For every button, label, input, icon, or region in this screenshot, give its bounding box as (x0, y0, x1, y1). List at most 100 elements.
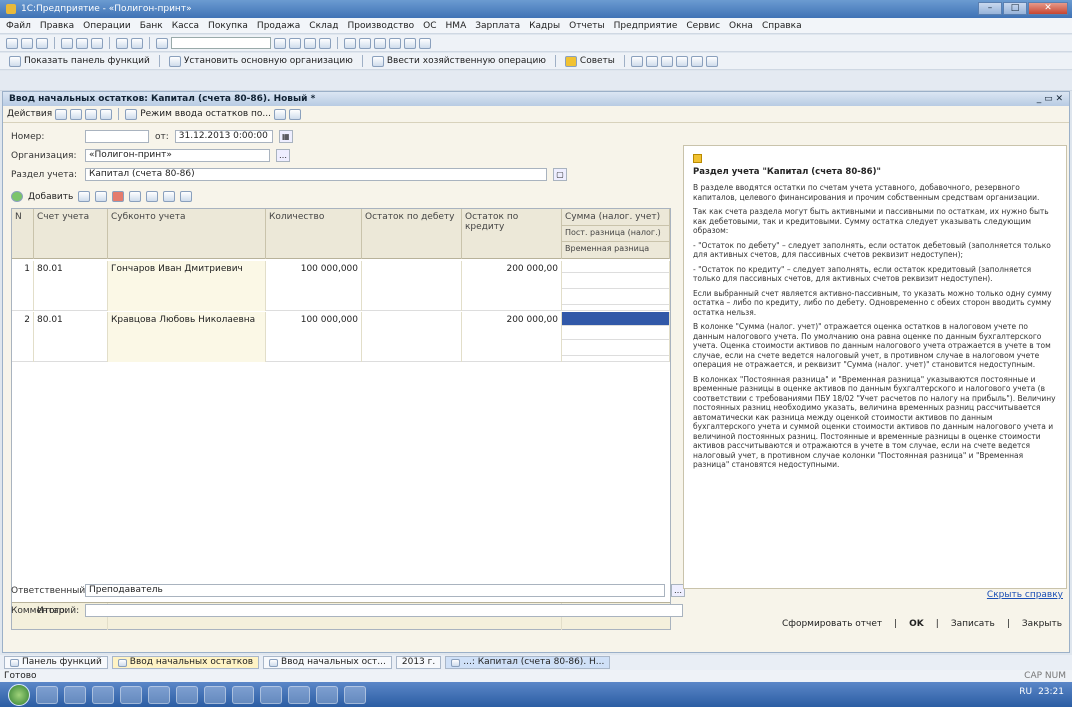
close-form-button[interactable]: Закрыть (1019, 618, 1065, 630)
section-select-button[interactable]: ▢ (553, 168, 567, 181)
col-tax-permanent[interactable]: Пост. разница (налог.) (562, 225, 669, 239)
move-up-icon[interactable] (129, 191, 142, 202)
taskbar-app-icon[interactable] (120, 685, 142, 704)
start-button-icon[interactable] (8, 683, 30, 706)
col-n[interactable]: N (12, 209, 34, 259)
menu-salary[interactable]: Зарплата (475, 21, 520, 31)
row-tax-amount-selected[interactable] (562, 312, 669, 326)
row-tax-cells[interactable] (562, 261, 670, 311)
save-icon[interactable] (36, 37, 48, 49)
input-mode-button[interactable]: Режим ввода остатков по... (140, 109, 271, 119)
bold-icon[interactable] (359, 37, 371, 49)
post-icon[interactable] (85, 108, 98, 120)
taskbar-app-icon[interactable] (92, 685, 114, 704)
print-report-button[interactable]: Сформировать отчет (779, 618, 885, 630)
doc-list-icon[interactable] (660, 55, 673, 67)
organization-field[interactable]: «Полигон-принт» (85, 149, 270, 162)
row-account[interactable]: 80.01 (34, 312, 108, 362)
menu-operations[interactable]: Операции (83, 21, 131, 31)
delete-row-icon[interactable] (112, 191, 125, 202)
sort-desc-icon[interactable] (180, 191, 193, 202)
mplus-icon[interactable] (404, 37, 416, 49)
chart-icon[interactable] (675, 55, 688, 67)
search-input[interactable] (171, 37, 271, 49)
window-tab[interactable]: ...: Капитал (счета 80-86). Н... (445, 656, 611, 669)
refresh-icon[interactable] (100, 108, 113, 120)
taskbar-app-icon[interactable] (176, 685, 198, 704)
ok-button[interactable]: OK (906, 618, 927, 630)
search-go-icon[interactable] (274, 37, 286, 49)
add-row-button[interactable]: Добавить (28, 192, 73, 202)
actions-menu[interactable]: Действия (7, 109, 52, 119)
hide-help-link[interactable]: Скрыть справку (987, 590, 1063, 600)
copy-row-icon[interactable] (78, 191, 91, 202)
minimize-button[interactable]: – (978, 2, 1002, 15)
responsible-field[interactable]: Преподаватель (85, 584, 665, 597)
window-tab[interactable]: Ввод начальных остатков (111, 656, 260, 669)
help-icon[interactable] (319, 37, 331, 49)
calendar-icon[interactable] (304, 37, 316, 49)
row-tax-temporary[interactable] (562, 293, 669, 305)
taskbar-app-icon[interactable] (148, 685, 170, 704)
menu-service[interactable]: Сервис (686, 21, 720, 31)
row-tax-permanent[interactable] (562, 328, 669, 340)
open-icon[interactable] (21, 37, 33, 49)
calendar-button[interactable]: ▦ (278, 130, 293, 143)
taskbar-app-icon[interactable] (204, 685, 226, 704)
language-indicator[interactable]: RU (1019, 687, 1032, 697)
col-subconto[interactable]: Субконто учета (108, 209, 266, 259)
col-tax-label[interactable]: Сумма (налог. учет) (562, 209, 669, 224)
col-tax-temporary[interactable]: Временная разница (562, 241, 669, 255)
move-down-icon[interactable] (146, 191, 159, 202)
menu-os[interactable]: ОС (423, 21, 436, 31)
menu-hr[interactable]: Кадры (529, 21, 560, 31)
menu-reports[interactable]: Отчеты (569, 21, 605, 31)
section-field[interactable]: Капитал (счета 80-86) (85, 168, 547, 181)
close-button[interactable]: ✕ (1028, 2, 1068, 15)
menu-sales[interactable]: Продажа (257, 21, 300, 31)
movements-icon[interactable] (274, 108, 287, 120)
col-quantity[interactable]: Количество (266, 209, 362, 259)
menu-file[interactable]: Файл (6, 21, 31, 31)
row-tax-temporary[interactable] (562, 344, 669, 356)
menu-help[interactable]: Справка (762, 21, 802, 31)
copy-icon[interactable] (76, 37, 88, 49)
new-doc-icon[interactable] (6, 37, 18, 49)
find-icon[interactable] (156, 37, 168, 49)
row-quantity[interactable]: 100 000,000 (266, 261, 362, 311)
table-row[interactable]: 2 80.01 Кравцова Любовь Николаевна 100 0… (12, 312, 670, 362)
show-panel-button[interactable]: Показать панель функций (6, 55, 153, 67)
row-tax-cells[interactable] (562, 312, 670, 362)
row-account[interactable]: 80.01 (34, 261, 108, 311)
row-subconto[interactable]: Кравцова Любовь Николаевна (108, 312, 266, 362)
taskbar-app-icon[interactable] (344, 685, 366, 704)
taskbar-app-icon[interactable] (232, 685, 254, 704)
taskbar-app-icon[interactable] (316, 685, 338, 704)
menu-bank[interactable]: Банк (140, 21, 163, 31)
mail-icon[interactable] (374, 37, 386, 49)
col-credit[interactable]: Остаток по кредиту (462, 209, 562, 259)
report-icon[interactable] (630, 55, 643, 67)
copy-doc-icon[interactable] (70, 108, 83, 120)
mminus-icon[interactable] (419, 37, 431, 49)
menu-purchase[interactable]: Покупка (208, 21, 248, 31)
cut-icon[interactable] (61, 37, 73, 49)
set-org-button[interactable]: Установить основную организацию (166, 55, 356, 67)
menu-edit[interactable]: Правка (40, 21, 74, 31)
row-credit[interactable]: 200 000,00 (462, 312, 562, 362)
menu-warehouse[interactable]: Склад (309, 21, 338, 31)
col-account[interactable]: Счет учета (34, 209, 108, 259)
structure-icon[interactable] (125, 108, 138, 120)
row-subconto[interactable]: Гончаров Иван Дмитриевич (108, 261, 266, 311)
row-credit[interactable]: 200 000,00 (462, 261, 562, 311)
number-field[interactable] (85, 130, 149, 143)
taskbar-app-icon[interactable] (260, 685, 282, 704)
monitor-icon[interactable] (344, 37, 356, 49)
menu-nma[interactable]: НМА (446, 21, 467, 31)
row-quantity[interactable]: 100 000,000 (266, 312, 362, 362)
preview-icon[interactable] (131, 37, 143, 49)
window-tab[interactable]: Панель функций (4, 656, 108, 669)
table-icon[interactable] (690, 55, 703, 67)
enter-operation-button[interactable]: Ввести хозяйственную операцию (369, 55, 549, 67)
help-doc-icon[interactable] (289, 108, 302, 120)
